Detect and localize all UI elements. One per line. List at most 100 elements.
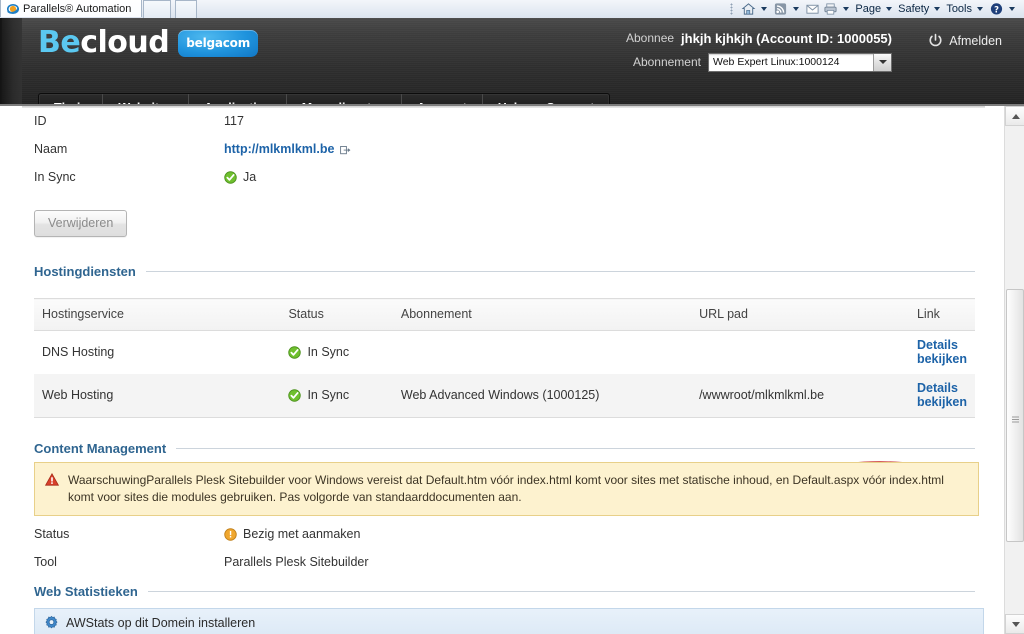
chevron-down-icon xyxy=(878,60,887,64)
naam-label: Naam xyxy=(34,142,68,156)
mail-button[interactable] xyxy=(805,2,820,16)
status-label: Status xyxy=(34,527,70,541)
logo-be-text: Be xyxy=(38,25,81,60)
page-menu-button[interactable]: Page xyxy=(855,3,895,15)
browser-tab-parallels-automation[interactable]: Parallels® Automation xyxy=(0,0,143,17)
hosting-services-table: Hostingservice Status Abonnement URL pad… xyxy=(34,298,975,418)
naam-value-wrap: http://mlkmlkml.be xyxy=(224,142,351,156)
safety-menu-button[interactable]: Safety xyxy=(898,3,943,15)
logo-cloud-text: cloud xyxy=(80,25,170,60)
toolbar-grip-handle[interactable] xyxy=(730,3,734,15)
external-link-icon xyxy=(340,144,351,155)
home-button[interactable] xyxy=(741,2,770,16)
cell-status: In Sync xyxy=(280,330,393,374)
section-hostingdiensten-header: Hostingdiensten xyxy=(34,264,975,279)
detail-row-naam: Naam http://mlkmlkml.be xyxy=(34,142,351,156)
scroll-down-button[interactable] xyxy=(1005,614,1024,634)
cell-status: In Sync xyxy=(280,374,393,418)
check-circle-icon xyxy=(224,170,237,184)
subscription-row: Abonnement Web Expert Linux:1000124 xyxy=(626,52,892,72)
table-row: DNS Hosting In Sync Details bekijken xyxy=(34,330,975,374)
detail-row-id: ID 117 xyxy=(34,114,244,128)
col-hostingservice: Hostingservice xyxy=(34,298,281,331)
help-menu-button[interactable]: ? xyxy=(989,2,1018,16)
subscriber-label: Abonnee xyxy=(626,31,675,45)
awstats-install-label: AWStats op dit Domein installeren xyxy=(66,615,256,630)
section-title: Hostingdiensten xyxy=(34,264,136,279)
check-circle-icon xyxy=(288,388,302,402)
chevron-down-icon xyxy=(843,7,850,11)
table-row: Web Hosting In Sync Web Advanced Windows… xyxy=(34,374,975,418)
cell-service: Web Hosting xyxy=(34,374,281,418)
cell-url-path xyxy=(691,330,909,374)
browser-tab-empty[interactable] xyxy=(143,0,172,18)
domain-link[interactable]: http://mlkmlkml.be xyxy=(224,142,334,156)
account-info-block: Abonnee jhkjh kjhkjh (Account ID: 100005… xyxy=(626,28,892,72)
detail-row-in-sync: In Sync Ja xyxy=(34,170,256,184)
subscription-select[interactable]: Web Expert Linux:1000124 xyxy=(708,52,892,72)
details-link-annotated[interactable]: Details bekijken xyxy=(917,381,967,409)
subscriber-value: jhkjh kjhkjh (Account ID: 1000055) xyxy=(681,30,892,46)
check-circle-icon xyxy=(288,345,302,359)
internet-explorer-icon xyxy=(7,3,19,15)
cell-link: Details bekijken xyxy=(908,374,975,418)
subscription-label: Abonnement xyxy=(632,55,701,69)
home-icon xyxy=(741,2,756,16)
delete-button[interactable]: Verwijderen xyxy=(34,210,128,237)
col-link: Link xyxy=(908,298,975,331)
section-divider xyxy=(145,271,975,272)
id-value: 117 xyxy=(224,114,244,128)
status-badge: In Sync xyxy=(288,388,384,402)
subscription-dropdown-arrow[interactable] xyxy=(873,53,891,71)
browser-command-bar: Page Safety Tools ? xyxy=(730,0,1024,18)
status-badge: In Sync xyxy=(288,345,384,359)
scrollbar-thumb[interactable] xyxy=(1006,289,1024,542)
browser-chrome: Parallels® Automation Page Safety Tools … xyxy=(0,0,1024,19)
chevron-down-icon xyxy=(793,7,800,11)
details-link[interactable]: Details bekijken xyxy=(917,338,967,366)
section-title: Content Management xyxy=(34,441,167,456)
chevron-down-icon xyxy=(1009,7,1015,11)
chevron-down-icon xyxy=(934,7,941,11)
col-abonnement: Abonnement xyxy=(392,298,692,331)
chrome-spacer xyxy=(197,0,730,18)
section-title: Web Statistieken xyxy=(34,584,138,599)
status-value: Bezig met aanmaken xyxy=(243,527,361,541)
table-header-row: Hostingservice Status Abonnement URL pad… xyxy=(34,298,975,331)
cell-link: Details bekijken xyxy=(908,330,975,374)
warning-panel: WaarschuwingParallels Plesk Sitebuilder … xyxy=(34,462,979,517)
in-sync-label: In Sync xyxy=(34,170,76,184)
in-sync-value-wrap: Ja xyxy=(224,170,256,184)
svg-text:?: ? xyxy=(994,4,999,14)
browser-tab-label: Parallels® Automation xyxy=(23,2,132,15)
chevron-down-icon xyxy=(977,7,983,11)
section-web-statistieken-header: Web Statistieken xyxy=(34,584,975,599)
content-top-divider xyxy=(22,106,985,108)
tool-value: Parallels Plesk Sitebuilder xyxy=(224,555,369,569)
chevron-down-icon xyxy=(886,7,893,11)
power-icon xyxy=(928,33,943,48)
exclamation-circle-icon xyxy=(224,527,237,541)
mail-icon xyxy=(805,2,820,16)
print-button[interactable] xyxy=(823,2,852,16)
feeds-button[interactable] xyxy=(773,2,802,16)
page-content: ID 117 Naam http://mlkmlkml.be In Sync J… xyxy=(0,106,1005,634)
warning-icon xyxy=(44,472,60,486)
status-value-wrap: Bezig met aanmaken xyxy=(224,527,360,541)
scroll-up-button[interactable] xyxy=(1005,106,1024,126)
section-divider xyxy=(176,448,975,449)
detail-row-tool: Tool Parallels Plesk Sitebuilder xyxy=(34,555,369,569)
logout-label: Afmelden xyxy=(949,33,1002,48)
cell-service: DNS Hosting xyxy=(34,330,281,374)
rss-feed-icon xyxy=(773,2,788,16)
awstats-install-panel[interactable]: AWStats op dit Domein installeren xyxy=(34,608,984,634)
section-content-management-header: Content Management xyxy=(34,441,975,456)
new-tab-button[interactable] xyxy=(175,0,198,18)
in-sync-value: Ja xyxy=(243,170,257,184)
becloud-logo[interactable]: Becloud belgacom xyxy=(38,25,259,60)
logout-button[interactable]: Afmelden xyxy=(928,33,1002,48)
logo-text: Becloud xyxy=(38,25,170,60)
tools-menu-button[interactable]: Tools xyxy=(946,3,986,15)
page-scrollbar[interactable] xyxy=(1004,106,1024,634)
warning-text: WaarschuwingParallels Plesk Sitebuilder … xyxy=(68,473,944,504)
